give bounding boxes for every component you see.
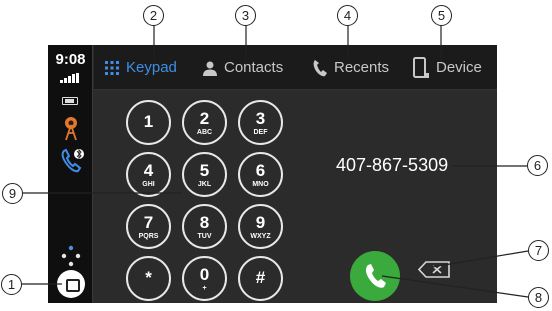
callout-1: 1 bbox=[1, 274, 22, 295]
callout-leader-lines bbox=[22, 25, 529, 298]
figure: 9:08 Keypad Contacts Recents Device 1 2 … bbox=[0, 0, 552, 311]
callout-4: 4 bbox=[337, 5, 358, 26]
callout-3: 3 bbox=[235, 5, 256, 26]
callout-7: 7 bbox=[528, 240, 549, 261]
callout-6: 6 bbox=[527, 155, 548, 176]
callout-9: 9 bbox=[2, 183, 23, 204]
callout-5: 5 bbox=[431, 5, 452, 26]
callout-2: 2 bbox=[143, 5, 164, 26]
callout-8: 8 bbox=[528, 287, 549, 308]
